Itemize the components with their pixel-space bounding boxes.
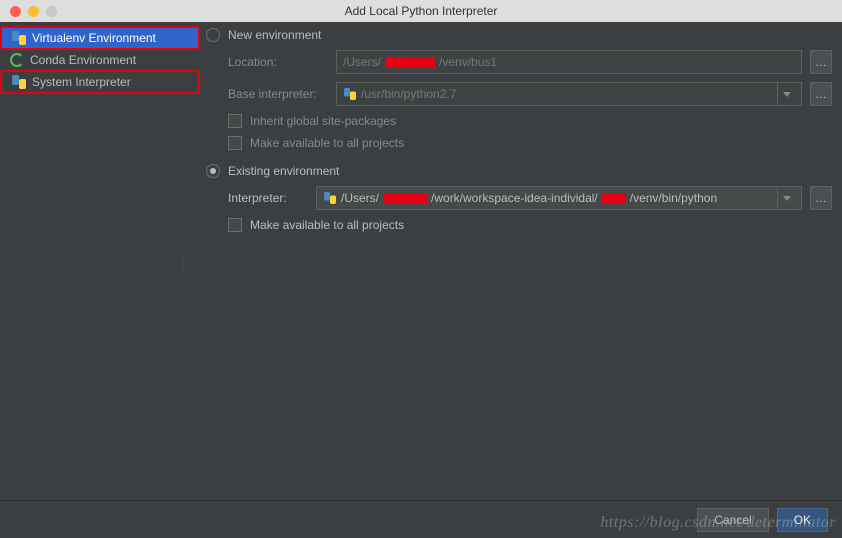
- sidebar-item-virtualenv[interactable]: Virtualenv Environment: [0, 26, 200, 50]
- location-label: Location:: [228, 55, 328, 69]
- window-title: Add Local Python Interpreter: [0, 4, 842, 18]
- checkbox-make-available-existing[interactable]: [228, 218, 242, 232]
- checkbox-inherit: [228, 114, 242, 128]
- browse-interpreter-button[interactable]: …: [810, 186, 832, 210]
- python-icon: [12, 75, 26, 89]
- radio-label-new: New environment: [228, 28, 321, 42]
- main-panel: New environment Location: /Users/ /venv/…: [200, 22, 842, 500]
- checkbox-make-available-new: [228, 136, 242, 150]
- radio-label-existing: Existing environment: [228, 164, 339, 178]
- chevron-down-icon[interactable]: [777, 186, 795, 210]
- sidebar-item-conda[interactable]: Conda Environment: [0, 50, 200, 70]
- sidebar: Virtualenv Environment Conda Environment…: [0, 22, 200, 500]
- redacted-text: [385, 57, 435, 68]
- sidebar-item-label: System Interpreter: [32, 75, 131, 89]
- chevron-down-icon: [777, 82, 795, 106]
- interpreter-label: Interpreter:: [228, 191, 308, 205]
- radio-new-environment[interactable]: [206, 28, 220, 42]
- python-icon: [12, 31, 26, 45]
- cancel-button[interactable]: Cancel: [697, 508, 768, 532]
- python-icon: [344, 88, 356, 100]
- make-available-label-new: Make available to all projects: [250, 136, 404, 150]
- footer: Cancel OK: [0, 500, 842, 538]
- radio-existing-environment[interactable]: [206, 164, 220, 178]
- base-interpreter-label: Base interpreter:: [228, 87, 328, 101]
- python-icon: [324, 192, 336, 204]
- redacted-text: [602, 193, 626, 204]
- sidebar-item-label: Conda Environment: [30, 53, 136, 67]
- browse-location-button[interactable]: …: [810, 50, 832, 74]
- ok-button[interactable]: OK: [777, 508, 828, 532]
- browse-base-button[interactable]: …: [810, 82, 832, 106]
- make-available-label-existing: Make available to all projects: [250, 218, 404, 232]
- sidebar-item-system[interactable]: System Interpreter: [0, 70, 200, 94]
- inherit-label: Inherit global site-packages: [250, 114, 396, 128]
- conda-icon: [10, 53, 24, 67]
- redacted-text: [383, 193, 427, 204]
- titlebar: Add Local Python Interpreter: [0, 0, 842, 22]
- drag-handle-icon[interactable]: ⋮⋮⋮: [178, 258, 188, 270]
- base-interpreter-select: /usr/bin/python2.7: [336, 82, 802, 106]
- interpreter-select[interactable]: /Users/ /work/workspace-idea-individal/ …: [316, 186, 802, 210]
- location-input: /Users/ /venv/bus1: [336, 50, 802, 74]
- sidebar-item-label: Virtualenv Environment: [32, 31, 156, 45]
